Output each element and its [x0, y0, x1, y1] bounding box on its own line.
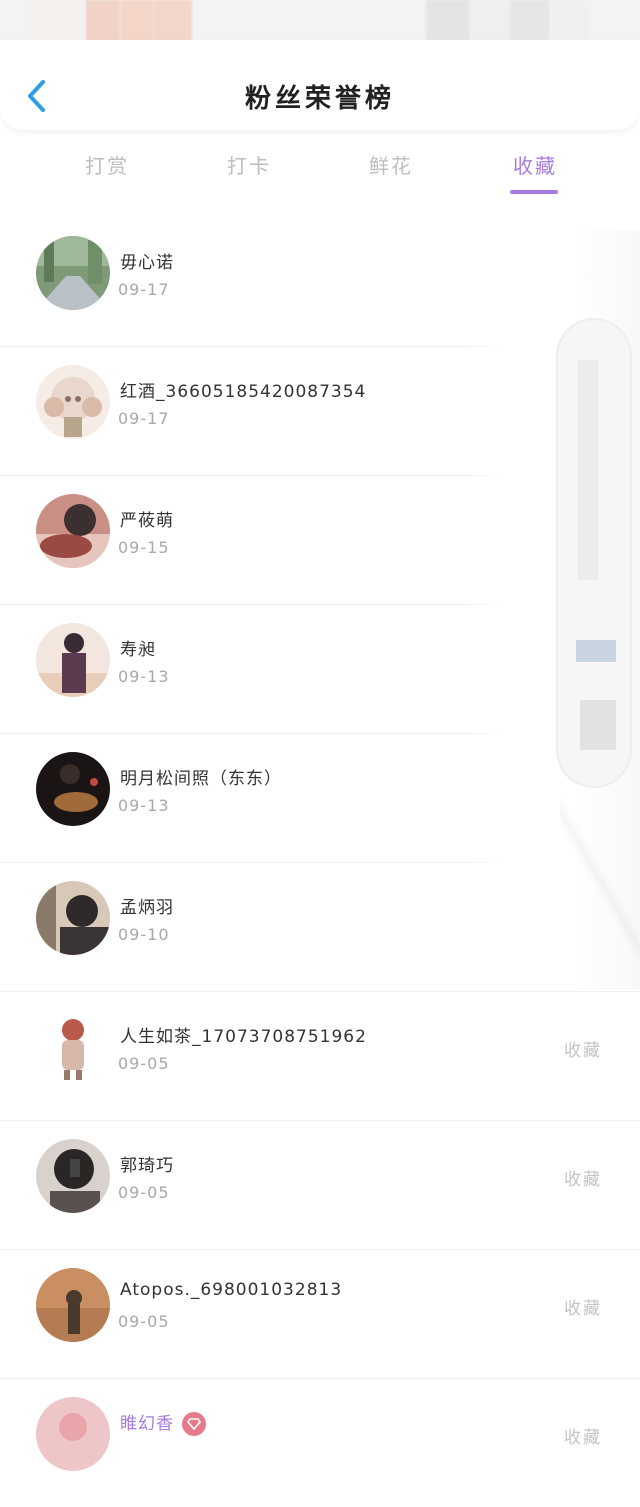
avatar: [36, 1397, 110, 1471]
fan-date: 09-17: [118, 280, 170, 299]
avatar: [36, 1268, 110, 1342]
fan-date: 09-05: [118, 1312, 170, 1331]
blurred-overlay-block: [576, 640, 616, 662]
action-label: 收藏: [564, 1041, 602, 1061]
action-label: 收藏: [564, 1428, 602, 1448]
tab-favorites[interactable]: 收藏: [490, 150, 580, 179]
avatar: [36, 1139, 110, 1213]
page-title: 粉丝荣誉榜: [244, 84, 395, 114]
fan-date: 09-17: [118, 409, 170, 428]
list-item[interactable]: 睢幻香 收藏: [0, 1378, 640, 1507]
tab-reward[interactable]: 打赏: [62, 150, 152, 179]
avatar: [36, 365, 110, 439]
fan-date: 09-15: [118, 538, 170, 557]
tab-flowers[interactable]: 鲜花: [346, 150, 436, 179]
avatar: [36, 752, 110, 826]
avatar: [36, 623, 110, 697]
action-label: 收藏: [564, 1170, 602, 1190]
tab-checkin[interactable]: 打卡: [204, 150, 294, 179]
active-tab-indicator: [510, 190, 558, 194]
blurred-overlay-shadow: [560, 780, 640, 980]
fan-name: 严莜萌: [120, 511, 174, 531]
fan-date: 09-13: [118, 796, 170, 815]
blurred-overlay-bar: [578, 360, 598, 580]
list-item[interactable]: 人生如茶_17073708751962 09-05 收藏: [0, 991, 640, 1120]
fan-name: 寿昶: [120, 640, 156, 660]
avatar: [36, 494, 110, 568]
fan-name: 毋心诺: [120, 253, 174, 273]
fan-name: Atopos._698001032813: [120, 1280, 343, 1300]
avatar: [36, 1010, 110, 1084]
fan-name: 红酒_36605185420087354: [120, 382, 367, 402]
action-label: 收藏: [564, 1299, 602, 1319]
tab-bar: 打赏 打卡 鲜花 收藏: [0, 138, 640, 198]
fan-name: 郭琦巧: [120, 1156, 174, 1176]
fan-name: 孟炳羽: [120, 898, 174, 918]
list-item[interactable]: Atopos._698001032813 09-05 收藏: [0, 1249, 640, 1378]
fan-date: 09-05: [118, 1183, 170, 1202]
list-item[interactable]: 郭琦巧 09-05 收藏: [0, 1120, 640, 1249]
avatar: [36, 236, 110, 310]
blurred-overlay-block: [580, 700, 616, 750]
fan-name: 人生如茶_17073708751962: [120, 1027, 367, 1047]
fan-name-text: 睢幻香: [120, 1414, 174, 1434]
diamond-icon: [182, 1412, 206, 1436]
fan-date: 09-13: [118, 667, 170, 686]
avatar: [36, 881, 110, 955]
fan-date: 09-10: [118, 925, 170, 944]
fan-date: 09-05: [118, 1054, 170, 1073]
fan-name: 明月松间照（东东）: [120, 769, 282, 789]
